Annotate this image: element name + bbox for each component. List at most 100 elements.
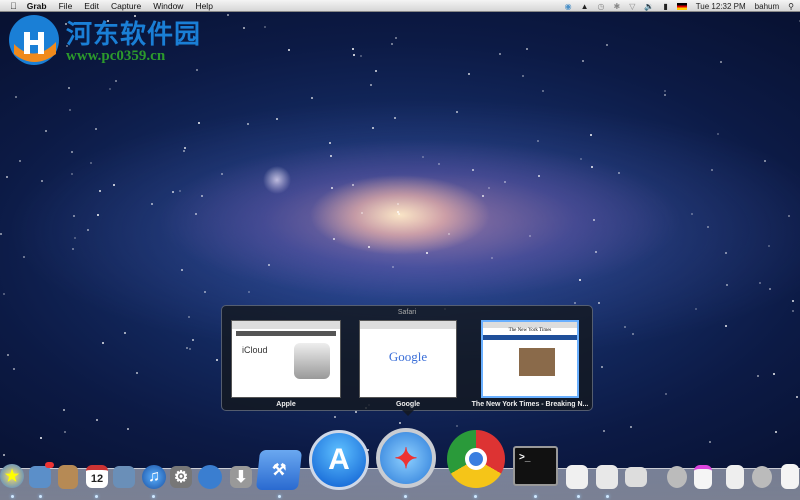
menu-clock[interactable]: Tue 12:32 PM xyxy=(696,2,746,11)
running-indicator xyxy=(474,495,477,498)
star xyxy=(504,180,507,183)
volume-icon[interactable]: 🔉 xyxy=(644,2,654,11)
star xyxy=(186,346,189,349)
preview-icon[interactable] xyxy=(596,465,618,489)
star xyxy=(204,290,207,293)
textedit-icon[interactable] xyxy=(566,465,588,489)
star xyxy=(63,430,66,433)
watermark-url: www.pc0359.cn xyxy=(66,48,166,64)
star xyxy=(71,172,74,175)
star xyxy=(113,184,116,186)
star xyxy=(390,42,393,45)
bluetooth-icon[interactable]: ✱ xyxy=(613,2,620,11)
menu-edit[interactable]: Edit xyxy=(78,1,105,11)
safari-icon[interactable]: ✦ xyxy=(376,428,436,488)
star xyxy=(96,418,99,421)
star xyxy=(370,84,373,87)
iphoto-icon[interactable] xyxy=(113,466,135,488)
star xyxy=(488,186,491,189)
ical-icon[interactable]: 12 xyxy=(86,465,108,488)
star xyxy=(96,213,99,216)
star xyxy=(227,14,230,16)
menu-help[interactable]: Help xyxy=(189,1,218,11)
window-thumbnail-google[interactable]: Google xyxy=(359,320,457,398)
running-indicator xyxy=(11,495,14,498)
star xyxy=(247,123,250,126)
star xyxy=(375,70,378,73)
star xyxy=(756,375,759,378)
star xyxy=(62,409,65,412)
star xyxy=(717,133,719,135)
star xyxy=(393,117,396,120)
star xyxy=(499,52,502,55)
app-store-icon[interactable]: A xyxy=(309,430,369,490)
star xyxy=(764,160,767,163)
status-bell-icon[interactable]: ▲ xyxy=(581,2,589,11)
running-indicator xyxy=(95,495,98,498)
installer-icon[interactable]: ⬇ xyxy=(230,466,252,488)
star xyxy=(422,155,425,158)
star xyxy=(115,80,118,83)
window-thumbnail-nytimes[interactable]: The New York Times xyxy=(481,320,579,398)
star xyxy=(664,94,667,97)
star xyxy=(582,60,585,63)
menu-app-name[interactable]: Grab xyxy=(21,1,53,11)
menu-file[interactable]: File xyxy=(53,1,79,11)
file-stack-icon[interactable] xyxy=(726,465,744,489)
star xyxy=(220,172,223,175)
battery-icon[interactable]: ▮ xyxy=(663,2,667,11)
star xyxy=(268,264,271,267)
star xyxy=(19,159,22,162)
star xyxy=(360,54,363,57)
menu-capture[interactable]: Capture xyxy=(105,1,147,11)
star xyxy=(629,425,632,428)
system-preferences-icon[interactable]: ⚙ xyxy=(170,466,192,488)
chrome-icon[interactable] xyxy=(447,430,505,488)
status-app-icon[interactable]: ◉ xyxy=(565,2,572,11)
star xyxy=(624,325,627,328)
star xyxy=(664,393,667,396)
star xyxy=(123,332,126,335)
directory-utility-icon[interactable] xyxy=(198,465,222,489)
documents-stack-icon[interactable] xyxy=(694,465,712,489)
star xyxy=(397,213,400,216)
address-book-icon[interactable] xyxy=(58,465,78,489)
menu-user[interactable]: bahum xyxy=(755,2,779,11)
star xyxy=(707,225,710,228)
finder-icon[interactable]: ★ xyxy=(0,464,24,488)
star xyxy=(328,141,331,144)
downloads-stack-icon[interactable] xyxy=(667,466,687,488)
star xyxy=(136,372,139,375)
spotlight-icon[interactable]: ⚲ xyxy=(788,2,794,11)
menu-bar:  Grab File Edit Capture Window Help ◉ ▲… xyxy=(0,0,800,12)
star xyxy=(395,37,398,40)
wifi-icon[interactable]: ▽ xyxy=(629,2,635,11)
star xyxy=(664,89,667,92)
star xyxy=(23,255,26,258)
input-flag-icon[interactable] xyxy=(676,2,687,10)
star xyxy=(195,213,198,216)
running-indicator xyxy=(404,495,407,498)
star xyxy=(352,54,355,57)
archive-icon[interactable] xyxy=(625,467,647,487)
applications-stack-icon[interactable] xyxy=(752,466,772,488)
window-label: The New York Times - Breaking N... xyxy=(471,401,589,408)
star xyxy=(426,251,429,254)
menu-window[interactable]: Window xyxy=(147,1,189,11)
star xyxy=(456,425,459,428)
star xyxy=(795,395,798,398)
star xyxy=(600,366,603,369)
terminal-icon[interactable]: >_ xyxy=(513,446,558,486)
apple-menu-icon[interactable]:  xyxy=(0,1,21,11)
mail-icon[interactable] xyxy=(29,462,54,488)
star xyxy=(537,174,540,177)
running-indicator xyxy=(39,495,42,498)
time-machine-icon[interactable]: ◷ xyxy=(598,2,605,11)
trash-icon[interactable] xyxy=(781,464,799,489)
window-thumbnail-apple[interactable]: iCloud xyxy=(231,320,341,398)
star xyxy=(695,308,698,311)
itunes-icon[interactable]: ♫ xyxy=(142,465,166,489)
xcode-icon[interactable]: ⚒ xyxy=(255,450,303,490)
star xyxy=(200,194,203,197)
star xyxy=(691,212,694,215)
